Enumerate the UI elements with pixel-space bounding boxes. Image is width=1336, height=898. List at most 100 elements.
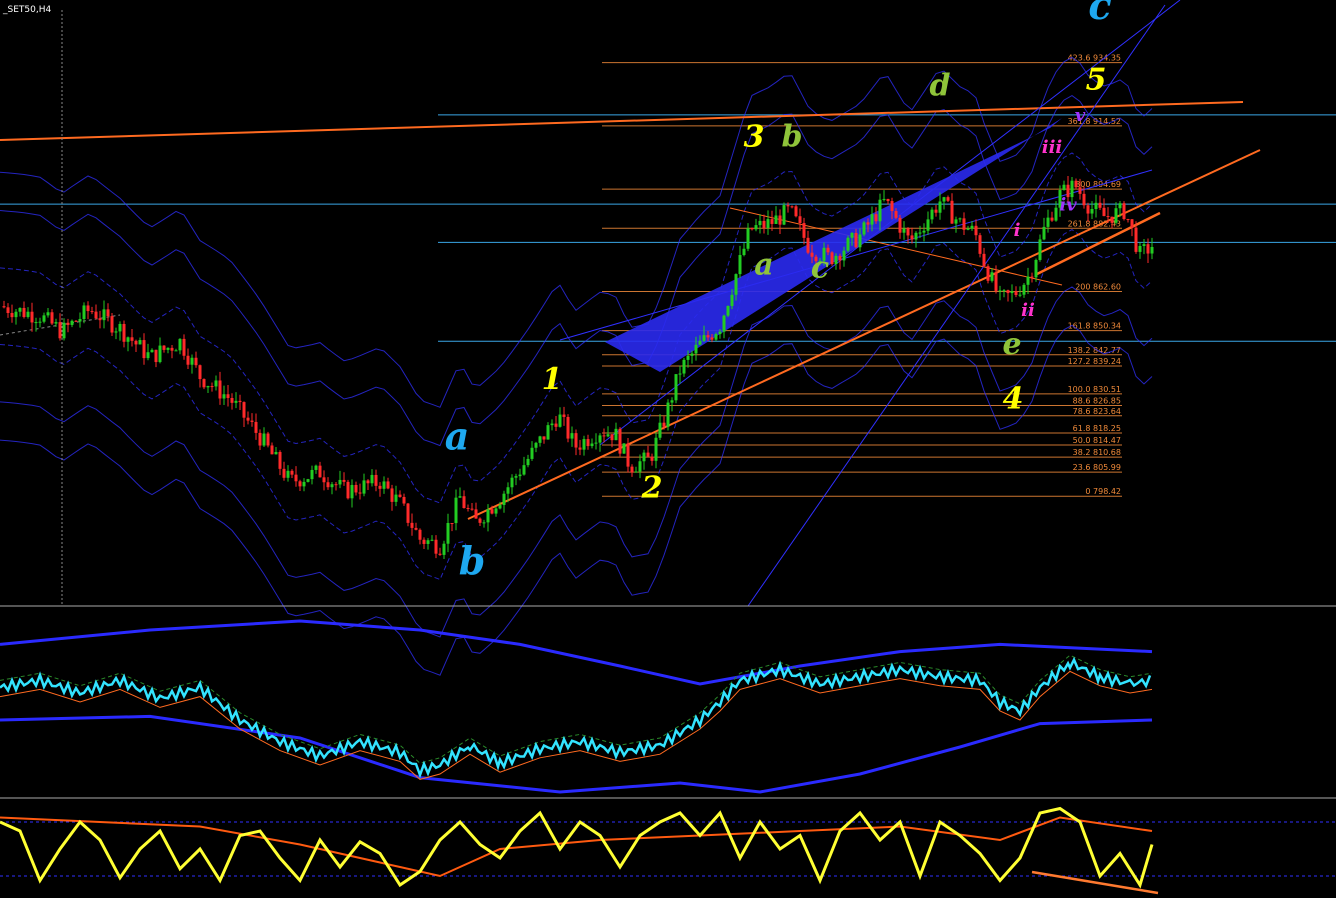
candle-body <box>930 209 934 220</box>
candle-body <box>878 199 882 222</box>
candle-body <box>570 433 574 439</box>
candle-body <box>234 400 238 403</box>
candle-body <box>726 305 730 316</box>
candle-body <box>154 349 158 363</box>
candle-body <box>46 312 50 316</box>
candle-body <box>1078 187 1082 194</box>
candle-body <box>890 201 894 212</box>
candle-body <box>718 331 722 335</box>
candle-body <box>126 337 130 342</box>
candle-body <box>550 423 554 426</box>
candle-body <box>874 214 878 222</box>
candle-body <box>926 219 930 231</box>
candle-body <box>710 337 714 340</box>
candle-body <box>1098 202 1102 208</box>
candle-body <box>1082 193 1086 206</box>
candle-body <box>906 228 910 236</box>
candle-body <box>642 452 646 462</box>
candle-body <box>654 437 658 461</box>
candle-body <box>686 355 690 360</box>
candle-body <box>38 321 42 323</box>
candle-body <box>70 320 74 325</box>
candle-body <box>14 311 18 318</box>
wave-label: b <box>459 538 486 583</box>
candle-body <box>158 345 162 363</box>
candle-body <box>274 451 278 455</box>
wave-label: 5 <box>1086 62 1107 97</box>
candle-body <box>474 509 478 519</box>
candle-body <box>1002 290 1006 292</box>
candle-body <box>666 402 670 427</box>
candle-body <box>462 496 466 509</box>
candle-body <box>538 436 542 443</box>
candle-body <box>306 479 310 482</box>
candle-body <box>438 553 442 555</box>
candle-body <box>838 255 842 261</box>
candle-body <box>138 340 142 345</box>
candle-body <box>582 439 586 450</box>
candle-body <box>1122 203 1126 220</box>
candle-body <box>482 522 486 524</box>
candle-body <box>634 471 638 473</box>
candle-body <box>358 492 362 494</box>
candle-body <box>790 206 794 208</box>
candle-body <box>414 527 418 530</box>
candle-body <box>6 307 10 314</box>
candle-body <box>518 474 522 477</box>
candle-body <box>1090 209 1094 214</box>
candle-body <box>58 322 62 339</box>
candle-body <box>338 479 342 485</box>
candle-body <box>186 355 190 365</box>
candle-body <box>606 434 610 437</box>
candle-body <box>26 311 30 318</box>
candle-body <box>866 222 870 225</box>
candle-body <box>798 216 802 224</box>
candle-body <box>786 205 790 207</box>
candle-body <box>146 352 150 359</box>
candle-body <box>434 539 438 554</box>
candle-body <box>590 443 594 447</box>
wave-label: i <box>1014 220 1021 241</box>
candle-body <box>674 374 678 401</box>
candle-body <box>578 447 582 450</box>
candle-body <box>626 443 630 467</box>
candle-body <box>362 480 366 494</box>
candle-body <box>202 379 206 388</box>
candle-body <box>1110 216 1114 223</box>
wave-label: d <box>930 69 951 104</box>
candle-body <box>50 312 54 324</box>
candle-body <box>950 200 954 224</box>
candle-body <box>86 305 90 312</box>
candle-body <box>990 272 994 281</box>
candle-body <box>1042 226 1046 240</box>
candle-body <box>10 313 14 318</box>
candle-body <box>614 428 618 441</box>
candle-body <box>746 228 750 249</box>
candle-body <box>618 428 622 454</box>
candle-body <box>794 206 798 217</box>
candle-body <box>106 309 110 317</box>
candle-body <box>214 380 218 387</box>
candle-body <box>118 323 122 332</box>
candle-body <box>1046 217 1050 227</box>
candle-body <box>1054 207 1058 221</box>
candle-body <box>978 235 982 254</box>
fib-level-label: 0 798.42 <box>1085 487 1121 496</box>
candle-body <box>22 307 26 318</box>
candle-body <box>394 494 398 502</box>
candle-body <box>782 205 786 225</box>
candle-body <box>902 228 906 233</box>
candle-body <box>974 225 978 236</box>
candle-body <box>966 228 970 230</box>
candle-body <box>546 425 550 440</box>
candle-body <box>522 465 526 475</box>
candle-body <box>130 337 134 341</box>
candle-body <box>766 219 770 228</box>
candle-body <box>262 433 266 446</box>
candle-body <box>750 228 754 230</box>
candle-body <box>774 215 778 224</box>
candle-body <box>318 465 322 478</box>
candle-body <box>882 198 886 200</box>
candle-body <box>174 350 178 352</box>
candle-body <box>34 322 38 324</box>
